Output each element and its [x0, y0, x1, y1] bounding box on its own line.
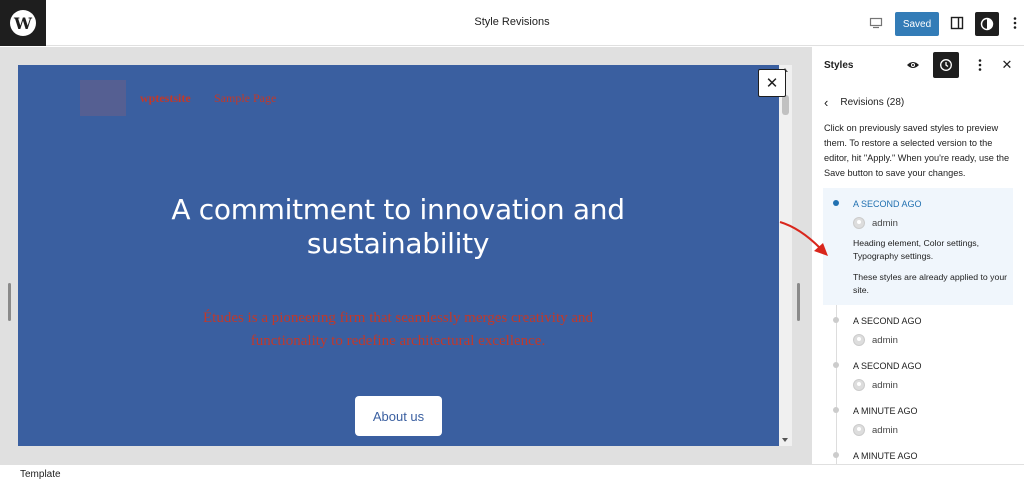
timeline-dot-icon: [833, 407, 839, 413]
revisions-description: Click on previously saved styles to prev…: [824, 123, 1010, 178]
style-book-eye-icon[interactable]: [903, 55, 923, 75]
close-preview-button[interactable]: ✕: [758, 69, 786, 97]
revision-time: A SECOND AGO: [853, 199, 922, 209]
avatar: [853, 424, 865, 436]
timeline-dot-icon: [833, 317, 839, 323]
revision-author-name: admin: [872, 424, 898, 436]
revision-author-name: admin: [872, 334, 898, 346]
revision-applied-note: These styles are already applied to your…: [853, 272, 1008, 295]
revisions-back-row[interactable]: ‹ Revisions (28): [824, 94, 904, 110]
revision-author-name: admin: [872, 217, 898, 229]
revisions-count-label: Revisions (28): [840, 96, 905, 108]
revisions-list: A SECOND AGO admin Heading element, Colo…: [823, 188, 1013, 464]
sidebar-header: Styles ✕: [812, 47, 1024, 82]
timeline-dot-icon: [833, 452, 839, 458]
revision-item[interactable]: A SECOND AGO admin: [823, 305, 1013, 350]
revision-time: A SECOND AGO: [853, 361, 922, 371]
desktop-preview-icon[interactable]: [866, 13, 886, 33]
resize-handle-right[interactable]: [797, 283, 800, 321]
hero-heading: A commitment to innovation and sustainab…: [171, 193, 625, 260]
revision-time: A MINUTE AGO: [853, 406, 918, 416]
revision-author-name: admin: [872, 379, 898, 391]
site-title[interactable]: wptestsite: [140, 91, 191, 106]
chevron-left-icon[interactable]: ‹: [824, 95, 828, 110]
sidebar-toggle-icon[interactable]: [947, 13, 967, 33]
avatar: [853, 334, 865, 346]
editor-top-bar: W Style Revisions Saved: [0, 0, 1024, 46]
revision-item-selected[interactable]: A SECOND AGO admin Heading element, Colo…: [823, 188, 1013, 305]
scroll-thumb[interactable]: [782, 95, 789, 115]
avatar: [853, 217, 865, 229]
revision-author: admin: [853, 334, 1013, 346]
revision-item[interactable]: A SECOND AGO admin: [823, 350, 1013, 395]
timeline-dot-icon: [833, 200, 839, 206]
footer-breadcrumb[interactable]: Template: [20, 469, 61, 480]
styles-sidebar: Styles ✕ ‹ Revisions (28) Click on previ…: [811, 47, 1024, 464]
site-logo[interactable]: [80, 80, 126, 116]
editor-footer: Template: [0, 464, 1024, 485]
resize-handle-left[interactable]: [8, 283, 11, 321]
revision-author: admin: [853, 424, 1013, 436]
close-icon: ✕: [765, 75, 779, 92]
revision-item[interactable]: A MINUTE AGO admin: [823, 440, 1013, 464]
site-preview-frame[interactable]: wptestsite Sample Page A commitment to i…: [18, 65, 779, 446]
revision-time: A SECOND AGO: [853, 316, 922, 326]
more-options-icon[interactable]: [1008, 13, 1022, 33]
sidebar-more-options-icon[interactable]: [970, 55, 990, 75]
revision-author: admin: [853, 379, 1013, 391]
sidebar-title: Styles: [824, 60, 854, 71]
revision-item[interactable]: A MINUTE AGO admin: [823, 395, 1013, 440]
avatar: [853, 379, 865, 391]
saved-button[interactable]: Saved: [895, 12, 939, 36]
wordpress-logo-button[interactable]: W: [0, 0, 46, 46]
revision-time: A MINUTE AGO: [853, 451, 918, 461]
annotation-arrow-icon: [779, 221, 828, 256]
hero-paragraph: Études is a pioneering firm that seamles…: [202, 310, 594, 349]
revision-changes: Heading element, Color settings, Typogra…: [853, 238, 980, 261]
about-us-button[interactable]: About us: [355, 396, 442, 436]
timeline-dot-icon: [833, 362, 839, 368]
styles-contrast-icon[interactable]: [975, 12, 999, 36]
document-title[interactable]: Style Revisions: [474, 16, 549, 28]
wordpress-icon: W: [10, 10, 36, 36]
scroll-down-arrow-icon[interactable]: [782, 438, 788, 442]
revision-author: admin: [853, 217, 1013, 229]
close-sidebar-icon[interactable]: ✕: [997, 55, 1017, 75]
revisions-history-icon[interactable]: [933, 52, 959, 78]
nav-link-sample-page[interactable]: Sample Page: [214, 91, 276, 106]
